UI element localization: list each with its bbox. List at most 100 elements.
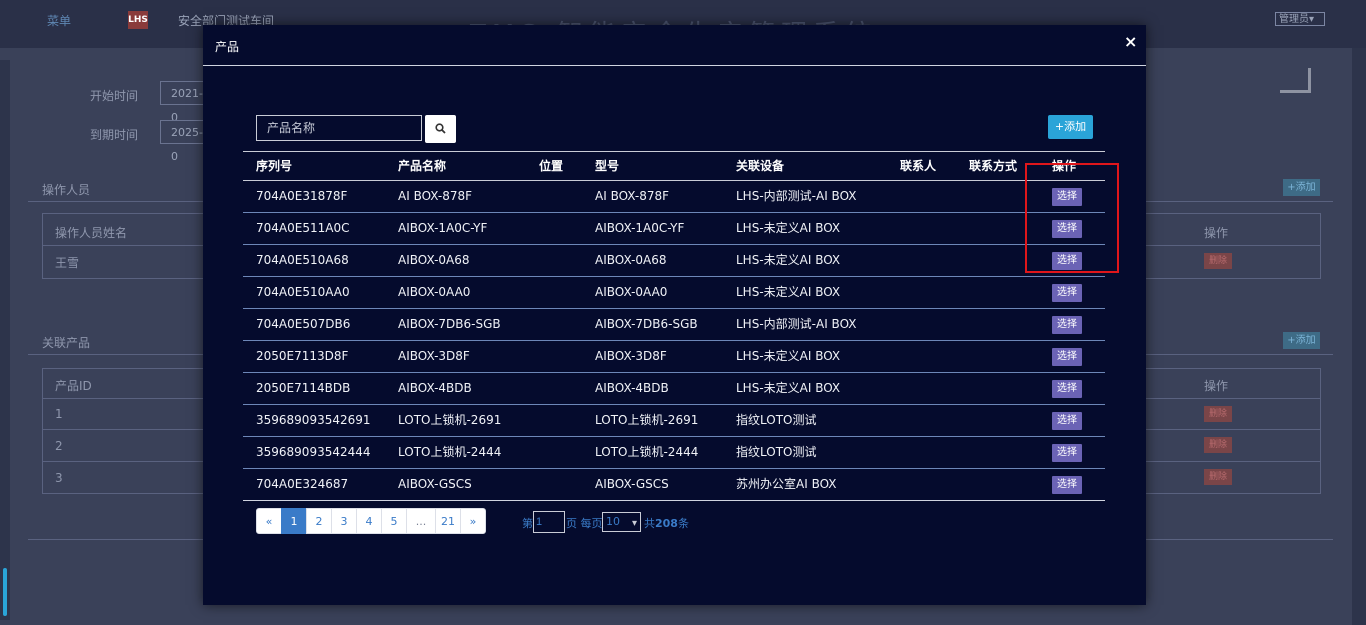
start-time-label: 开始时间 [90,89,139,103]
page-scrollbar[interactable] [1352,48,1366,625]
modal-title: 产品 [215,40,240,54]
select-button[interactable]: 选择 [1052,380,1082,398]
table-row: 359689093542691 LOTO上锁机-2691 LOTO上锁机-2691 指… [243,405,1105,437]
rail-scroll-handle[interactable] [3,568,7,616]
serial-cell: 704A0E31878F [256,189,348,203]
product-id-header: 产品ID [55,379,92,393]
device-cell: 指纹LOTO测试 [736,445,817,459]
serial-cell: 704A0E510A68 [256,253,349,267]
model-cell: AIBOX-3D8F [595,349,667,363]
table-row: 2050E7114BDB AIBOX-4BDB AIBOX-4BDB LHS-未定义A… [243,373,1105,405]
product-name-cell: LOTO上锁机-2691 [398,413,502,427]
pagination: « 1 2 3 4 5 ... 21 » [256,508,486,536]
operator-name-header: 操作人员姓名 [55,226,128,240]
product-name-cell: AIBOX-1A0C-YF [398,221,488,235]
total-suffix: 条 [677,517,689,530]
add-product-button[interactable]: +添加 [1048,115,1093,139]
table-row: 2050E7113D8F AIBOX-3D8F AIBOX-3D8F LHS-未定义A… [243,341,1105,373]
chevron-down-icon: ▾ [1309,14,1315,25]
frame-corner [1280,68,1311,93]
operation-header: 操作 [1204,379,1229,393]
select-button[interactable]: 选择 [1052,444,1082,462]
select-button[interactable]: 选择 [1052,412,1082,430]
add-operator-button[interactable]: +添加 [1283,179,1320,196]
table-row: 704A0E511A0C AIBOX-1A0C-YF AIBOX-1A0C-YF LH… [243,213,1105,245]
product-name-cell: AIBOX-GSCS [398,477,472,491]
page-button[interactable]: 3 [331,508,357,534]
model-cell: AIBOX-0A68 [595,253,667,267]
search-button[interactable] [425,115,456,143]
serial-cell: 704A0E511A0C [256,221,350,235]
close-icon[interactable]: × [1124,32,1137,51]
user-role-value: 管理员 [1279,14,1309,25]
product-name-cell: AI BOX-878F [398,189,473,203]
serial-cell: 359689093542444 [256,445,371,459]
model-cell: AIBOX-1A0C-YF [595,221,685,235]
product-name-cell: LOTO上锁机-2444 [398,445,502,459]
select-button[interactable]: 选择 [1052,316,1082,334]
product-table: 序列号 产品名称 位置 型号 关联设备 联系人 联系方式 操作 704A0E31… [243,151,1105,501]
select-button[interactable]: 选择 [1052,348,1082,366]
per-page-select[interactable]: 10 ▾ [602,512,641,532]
modal-divider [203,65,1146,66]
product-name-cell: AIBOX-3D8F [398,349,470,363]
product-name-cell: AIBOX-0A68 [398,253,470,267]
total-count: 共208条 [644,515,689,531]
page-prefix: 第 [522,517,533,530]
product-id-cell: 1 [55,407,63,421]
product-name-cell: AIBOX-0AA0 [398,285,471,299]
page-button[interactable]: 4 [356,508,382,534]
product-id-cell: 2 [55,439,63,453]
device-cell: LHS-未定义AI BOX [736,349,841,363]
page-button[interactable]: 2 [306,508,332,534]
menu-link[interactable]: 菜单 [47,12,71,29]
total-prefix: 共 [644,517,655,530]
product-id-cell: 3 [55,471,63,485]
page-button[interactable]: 5 [381,508,407,534]
column-header: 关联设备 [736,159,785,173]
end-time-label: 到期时间 [90,128,139,142]
select-button[interactable]: 选择 [1052,476,1082,494]
model-cell: AIBOX-0AA0 [595,285,668,299]
column-header: 位置 [539,159,564,173]
device-cell: LHS-未定义AI BOX [736,221,841,235]
left-rail [0,60,10,620]
serial-cell: 704A0E324687 [256,477,349,491]
user-role-select[interactable]: 管理员▾ [1275,12,1325,26]
page-button[interactable]: 1 [281,508,307,534]
delete-button[interactable]: 删除 [1204,406,1232,422]
serial-cell: 704A0E507DB6 [256,317,351,331]
add-product-button[interactable]: +添加 [1283,332,1320,349]
page-jump-input[interactable] [533,511,565,533]
device-cell: LHS-未定义AI BOX [736,381,841,395]
start-time-input[interactable]: 2021-0 [160,81,208,124]
model-cell: LOTO上锁机-2691 [595,413,699,427]
column-header: 序列号 [256,159,293,173]
next-page-button[interactable]: » [460,508,486,534]
table-row: 704A0E507DB6 AIBOX-7DB6-SGB AIBOX-7DB6-SGB… [243,309,1105,341]
products-section-title: 关联产品 [42,336,91,350]
delete-button[interactable]: 删除 [1204,437,1232,453]
device-cell: 苏州办公室AI BOX [736,477,837,491]
product-search-input[interactable] [256,115,422,141]
table-header: 序列号 产品名称 位置 型号 关联设备 联系人 联系方式 操作 [243,151,1105,181]
delete-button[interactable]: 删除 [1204,469,1232,485]
product-name-cell: AIBOX-4BDB [398,381,472,395]
prev-page-button[interactable]: « [256,508,282,534]
table-row: 704A0E510AA0 AIBOX-0AA0 AIBOX-0AA0 LHS-未定义A… [243,277,1105,309]
select-button[interactable]: 选择 [1052,284,1082,302]
search-icon [435,123,446,134]
table-row: 704A0E31878F AI BOX-878F AI BOX-878F LHS-内部… [243,181,1105,213]
column-header: 联系方式 [969,159,1018,173]
operation-header: 操作 [1204,226,1229,240]
logo-mark-icon [150,11,172,29]
model-cell: LOTO上锁机-2444 [595,445,699,459]
page-button[interactable]: 21 [435,508,461,534]
product-name-cell: AIBOX-7DB6-SGB [398,317,501,331]
model-cell: AI BOX-878F [595,189,670,203]
serial-cell: 704A0E510AA0 [256,285,350,299]
serial-cell: 2050E7113D8F [256,349,349,363]
end-time-input[interactable]: 2025-0 [160,120,208,163]
delete-button[interactable]: 删除 [1204,253,1232,269]
model-cell: AIBOX-GSCS [595,477,669,491]
